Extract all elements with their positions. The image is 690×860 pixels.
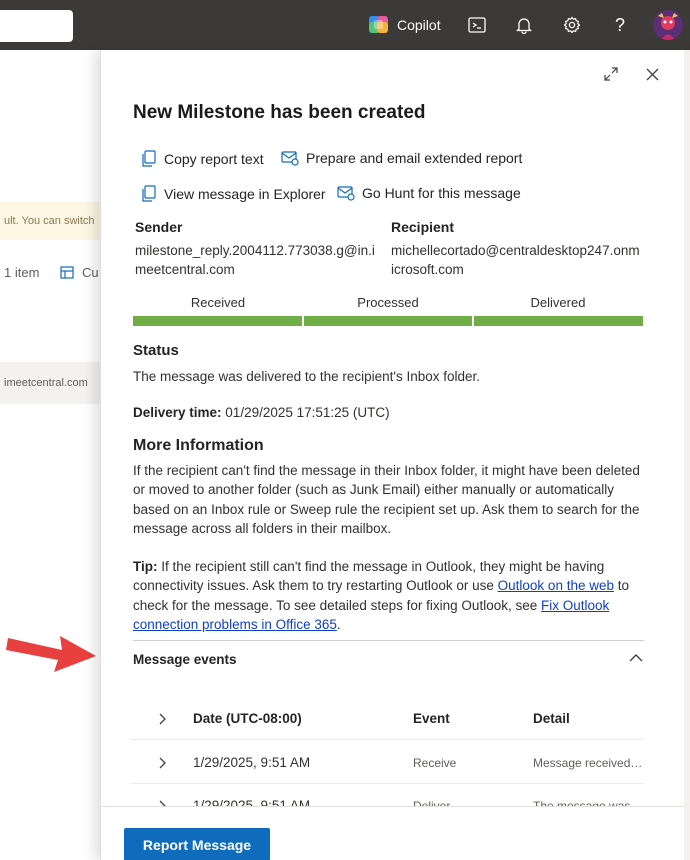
copy-report-text-button[interactable]: Copy report text [141, 150, 264, 168]
prepare-email-report-label: Prepare and email extended report [306, 150, 523, 166]
delivery-time-label: Delivery time: [133, 405, 222, 420]
background-item-count: 1 item [4, 265, 40, 280]
copy-report-text-label: Copy report text [164, 151, 264, 167]
chevron-right-icon[interactable] [131, 712, 193, 726]
event-type: Receive [413, 755, 457, 770]
chevron-up-icon[interactable] [626, 648, 646, 668]
event-detail: Message received by... [533, 755, 643, 770]
terminal-icon[interactable] [466, 14, 488, 36]
close-icon[interactable] [642, 64, 662, 84]
panel-title: New Milestone has been created [133, 102, 426, 123]
email-report-icon [281, 151, 299, 166]
delivery-time: Delivery time: 01/29/2025 17:51:25 (UTC) [133, 403, 645, 422]
background-customize-button[interactable]: Cu [60, 265, 99, 280]
background-customize-label: Cu [82, 265, 99, 280]
delivery-progress: Received Processed Delivered [133, 295, 644, 326]
table-row[interactable]: 1/29/2025, 9:51 AM Receive Message recei… [131, 742, 644, 784]
stage-received-bar [133, 316, 302, 326]
stage-received-label: Received [190, 295, 246, 310]
outlook-web-link[interactable]: Outlook on the web [498, 578, 614, 593]
column-header-detail[interactable]: Detail [533, 711, 643, 726]
report-message-button[interactable]: Report Message [124, 828, 270, 860]
delivery-time-value: 01/29/2025 17:51:25 (UTC) [221, 405, 390, 420]
stage-delivered-label: Delivered [530, 295, 586, 310]
copilot-icon [368, 14, 389, 35]
sender-value: milestone_reply.2004112.773038.g@in.imee… [135, 243, 375, 277]
copilot-button[interactable]: Copilot [368, 14, 441, 35]
gear-icon[interactable] [561, 14, 583, 36]
help-icon[interactable]: ? [609, 14, 631, 36]
prepare-email-report-button[interactable]: Prepare and email extended report [281, 150, 522, 166]
view-in-explorer-button[interactable]: View message in Explorer [141, 185, 326, 203]
event-date: 1/29/2025, 9:51 AM [193, 755, 311, 770]
stage-delivered-bar [474, 316, 644, 326]
tip-paragraph: Tip: If the recipient still can't find t… [133, 557, 645, 634]
copilot-label: Copilot [397, 16, 441, 33]
recipient-value: michellecortado@centraldesktop247.onmicr… [391, 243, 640, 277]
scrollbar[interactable] [684, 50, 690, 860]
status-heading: Status [133, 342, 179, 359]
top-bar: Copilot ? [0, 0, 690, 50]
panel-footer: Report Message [101, 806, 690, 860]
go-hunt-label: Go Hunt for this message [362, 185, 521, 201]
customize-icon [60, 265, 74, 279]
arrow-pointer-icon [6, 636, 96, 672]
copy-icon [142, 185, 156, 202]
message-events-heading: Message events [133, 652, 237, 667]
background-notice: ult. You can switch [0, 202, 100, 240]
sender-label: Sender [135, 219, 183, 235]
bell-icon[interactable] [513, 14, 535, 36]
tip-label: Tip: [133, 559, 158, 574]
hunt-icon [337, 186, 355, 201]
chevron-right-icon[interactable] [131, 756, 193, 770]
expand-icon[interactable] [601, 64, 621, 84]
background-table-row[interactable]: imeetcentral.com [0, 362, 100, 404]
stage-processed-label: Processed [357, 295, 419, 310]
status-text: The message was delivered to the recipie… [133, 369, 481, 384]
section-divider [133, 640, 644, 641]
copy-icon [142, 150, 156, 167]
message-details-panel: New Milestone has been created Copy repo… [100, 50, 690, 860]
tip-text-3: . [336, 616, 341, 632]
recipient-label: Recipient [391, 219, 455, 235]
search-input[interactable] [0, 10, 73, 42]
background-page [0, 50, 100, 860]
column-header-date[interactable]: Date (UTC-08:00) [193, 711, 413, 726]
more-info-text: If the recipient can't find the message … [133, 463, 640, 536]
column-header-event[interactable]: Event [413, 711, 533, 726]
events-table-header: Date (UTC-08:00) Event Detail [131, 698, 644, 740]
stage-processed-bar [303, 316, 473, 326]
more-info-heading: More Information [133, 437, 264, 454]
go-hunt-button[interactable]: Go Hunt for this message [337, 185, 521, 201]
avatar[interactable] [653, 10, 683, 40]
view-in-explorer-label: View message in Explorer [164, 186, 326, 202]
